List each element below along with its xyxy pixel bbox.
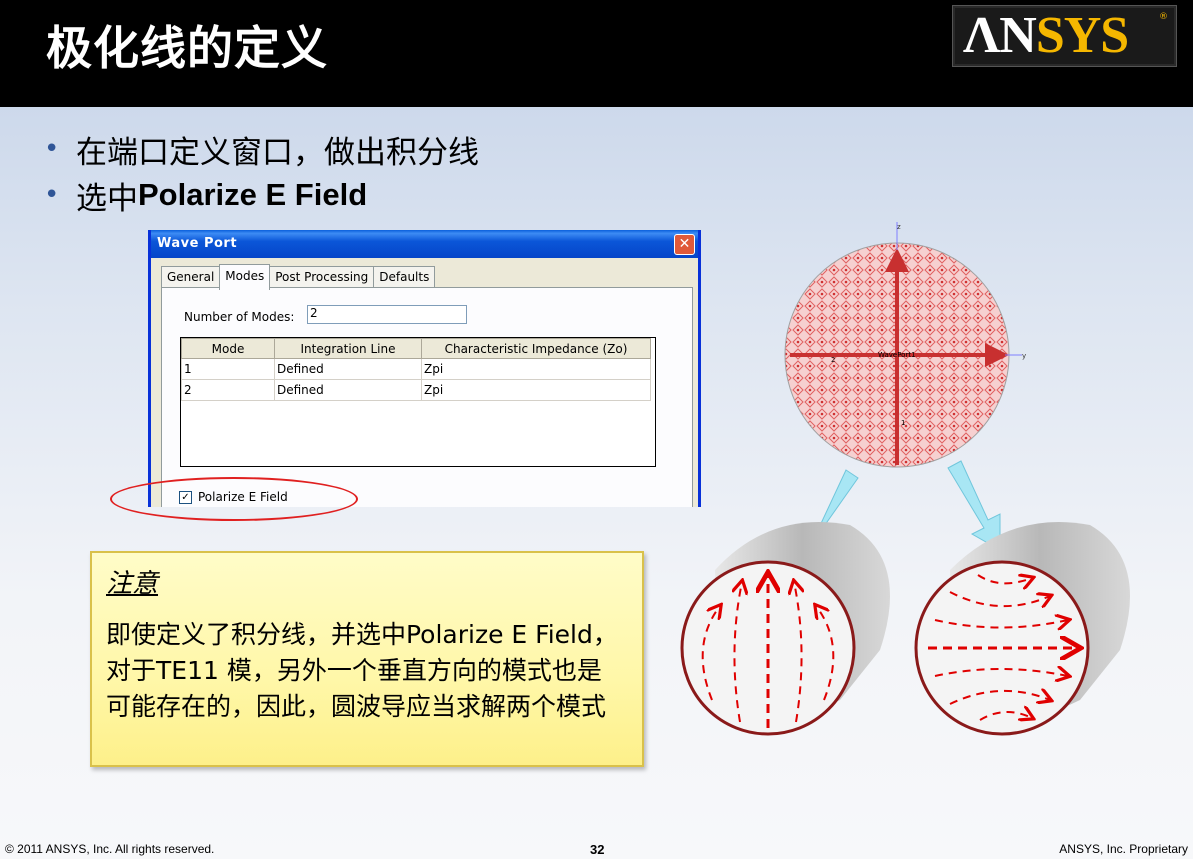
tab-post-processing[interactable]: Post Processing — [269, 266, 375, 289]
header-bar: 极化线的定义 ΛNSYS ® — [0, 0, 1193, 107]
modes-panel: Number of Modes: 2 Mode Integration Line… — [161, 287, 693, 507]
tab-strip: General Modes Post Processing Defaults — [161, 264, 436, 290]
column-header-impedance[interactable]: Characteristic Impedance (Zo) — [421, 338, 651, 359]
cell-integration-line[interactable]: Defined — [274, 379, 422, 401]
dialog-title-bar[interactable]: Wave Port ✕ — [151, 230, 698, 258]
bullet-item: • 在端口定义窗口，做出积分线 — [44, 134, 479, 171]
table-row[interactable]: 2 Defined Zpi — [181, 379, 651, 401]
note-box: 注意 即使定义了积分线，并选中Polarize E Field，对于TE11 模… — [90, 551, 644, 767]
cell-mode[interactable]: 1 — [181, 358, 275, 380]
tab-defaults[interactable]: Defaults — [373, 266, 436, 289]
cylinder-mode-2 — [914, 522, 1130, 736]
cyan-arrow-left — [805, 469, 859, 557]
cell-mode[interactable]: 2 — [181, 379, 275, 401]
cylinder-mode-1 — [680, 522, 890, 736]
port-name-label: WavePort1 — [878, 351, 916, 359]
table-row[interactable]: 1 Defined Zpi — [181, 358, 651, 380]
cell-impedance[interactable]: Zpi — [421, 358, 651, 380]
slide-title: 极化线的定义 — [46, 21, 328, 75]
note-body: 即使定义了积分线，并选中Polarize E Field，对于TE11 模，另外… — [106, 620, 618, 721]
port-disc: z y WavePort1 2 1 — [784, 222, 1026, 468]
note-title: 注意 — [106, 569, 159, 599]
table-header-row: Mode Integration Line Characteristic Imp… — [181, 338, 651, 359]
tab-general[interactable]: General — [161, 266, 221, 289]
dialog-title: Wave Port — [157, 236, 238, 251]
ansys-logo: ΛNSYS ® — [952, 5, 1177, 67]
bullet-item: • 选中 Polarize E Field — [44, 177, 368, 217]
column-header-integration-line[interactable]: Integration Line — [274, 338, 422, 359]
close-button[interactable]: ✕ — [674, 234, 695, 255]
axis-y-label: y — [1022, 352, 1026, 360]
tab-modes[interactable]: Modes — [219, 264, 271, 290]
bullet-list: • 在端口定义窗口，做出积分线 • 选中 Polarize E Field — [44, 126, 479, 218]
highlight-ellipse — [110, 477, 358, 521]
footer-copyright: © 2011 ANSYS, Inc. All rights reserved. — [5, 842, 215, 856]
number-of-modes-input[interactable]: 2 — [307, 305, 467, 324]
wave-port-dialog: Wave Port ✕ General Modes Post Processin… — [148, 230, 701, 507]
number-of-modes-label: Number of Modes: — [184, 310, 295, 324]
axis-z-label: z — [897, 223, 901, 231]
footer-proprietary: ANSYS, Inc. Proprietary — [1059, 842, 1188, 856]
modes-table: Mode Integration Line Characteristic Imp… — [180, 337, 656, 467]
page-number: 32 — [590, 842, 605, 857]
disc-label-1: 1 — [901, 419, 905, 427]
cyan-arrow-right — [947, 460, 1001, 551]
column-header-mode[interactable]: Mode — [181, 338, 275, 359]
cell-impedance[interactable]: Zpi — [421, 379, 651, 401]
cell-integration-line[interactable]: Defined — [274, 358, 422, 380]
disc-label-2: 2 — [831, 356, 835, 364]
